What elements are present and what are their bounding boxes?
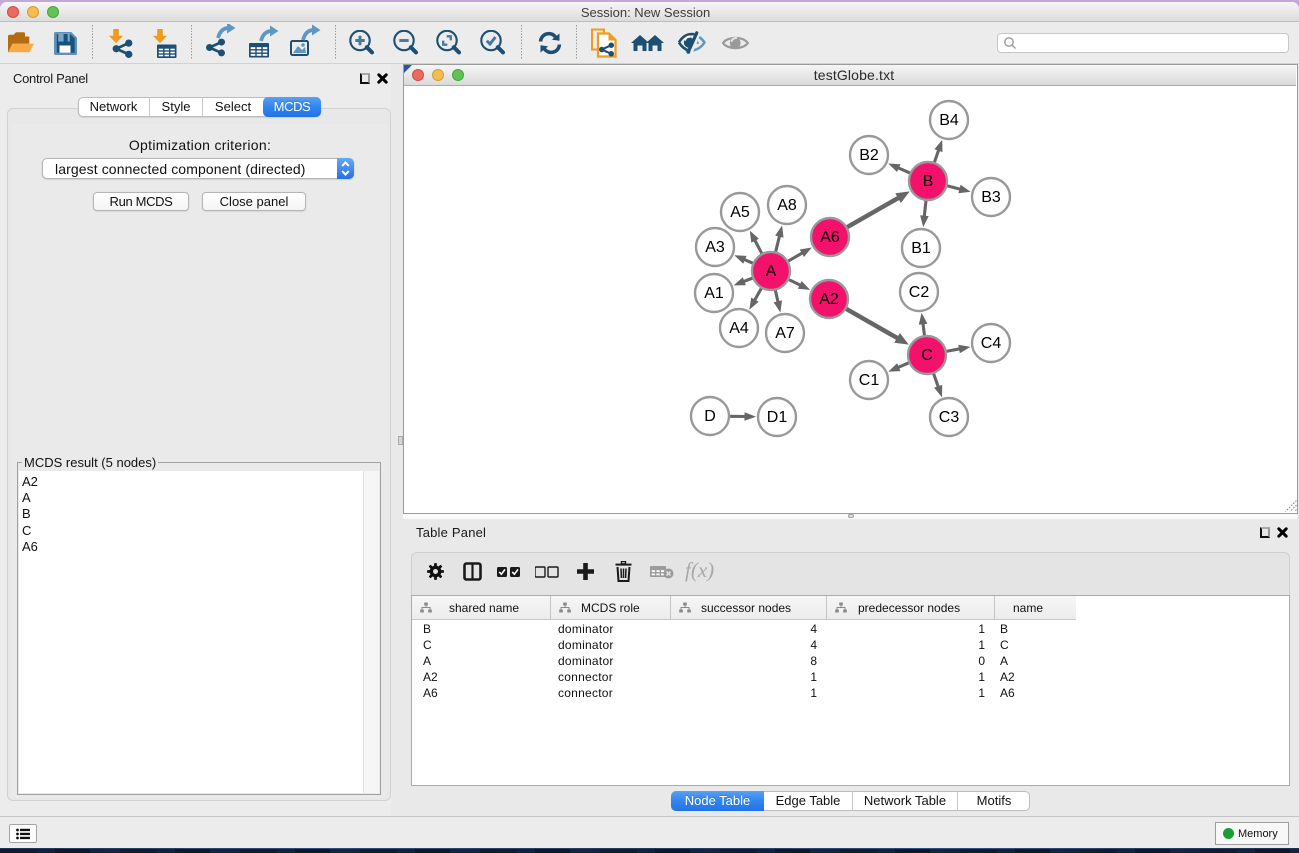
svg-text:A7: A7 — [775, 325, 795, 342]
svg-text:C1: C1 — [859, 372, 880, 389]
svg-text:C: C — [921, 347, 933, 364]
svg-text:A2: A2 — [819, 291, 839, 308]
svg-text:A: A — [766, 263, 777, 280]
svg-text:B2: B2 — [859, 147, 879, 164]
svg-text:A1: A1 — [704, 285, 724, 302]
svg-text:B: B — [923, 173, 934, 190]
svg-text:C2: C2 — [909, 284, 930, 301]
svg-text:A3: A3 — [705, 239, 725, 256]
svg-text:D: D — [704, 408, 716, 425]
svg-text:B4: B4 — [939, 112, 959, 129]
svg-text:B1: B1 — [911, 240, 931, 257]
svg-text:A4: A4 — [729, 320, 749, 337]
svg-text:B3: B3 — [981, 189, 1001, 206]
svg-text:D1: D1 — [767, 409, 788, 426]
svg-text:A8: A8 — [777, 197, 797, 214]
svg-text:A6: A6 — [820, 229, 840, 246]
svg-text:C3: C3 — [939, 409, 960, 426]
svg-text:C4: C4 — [981, 335, 1002, 352]
svg-text:A5: A5 — [730, 204, 750, 221]
